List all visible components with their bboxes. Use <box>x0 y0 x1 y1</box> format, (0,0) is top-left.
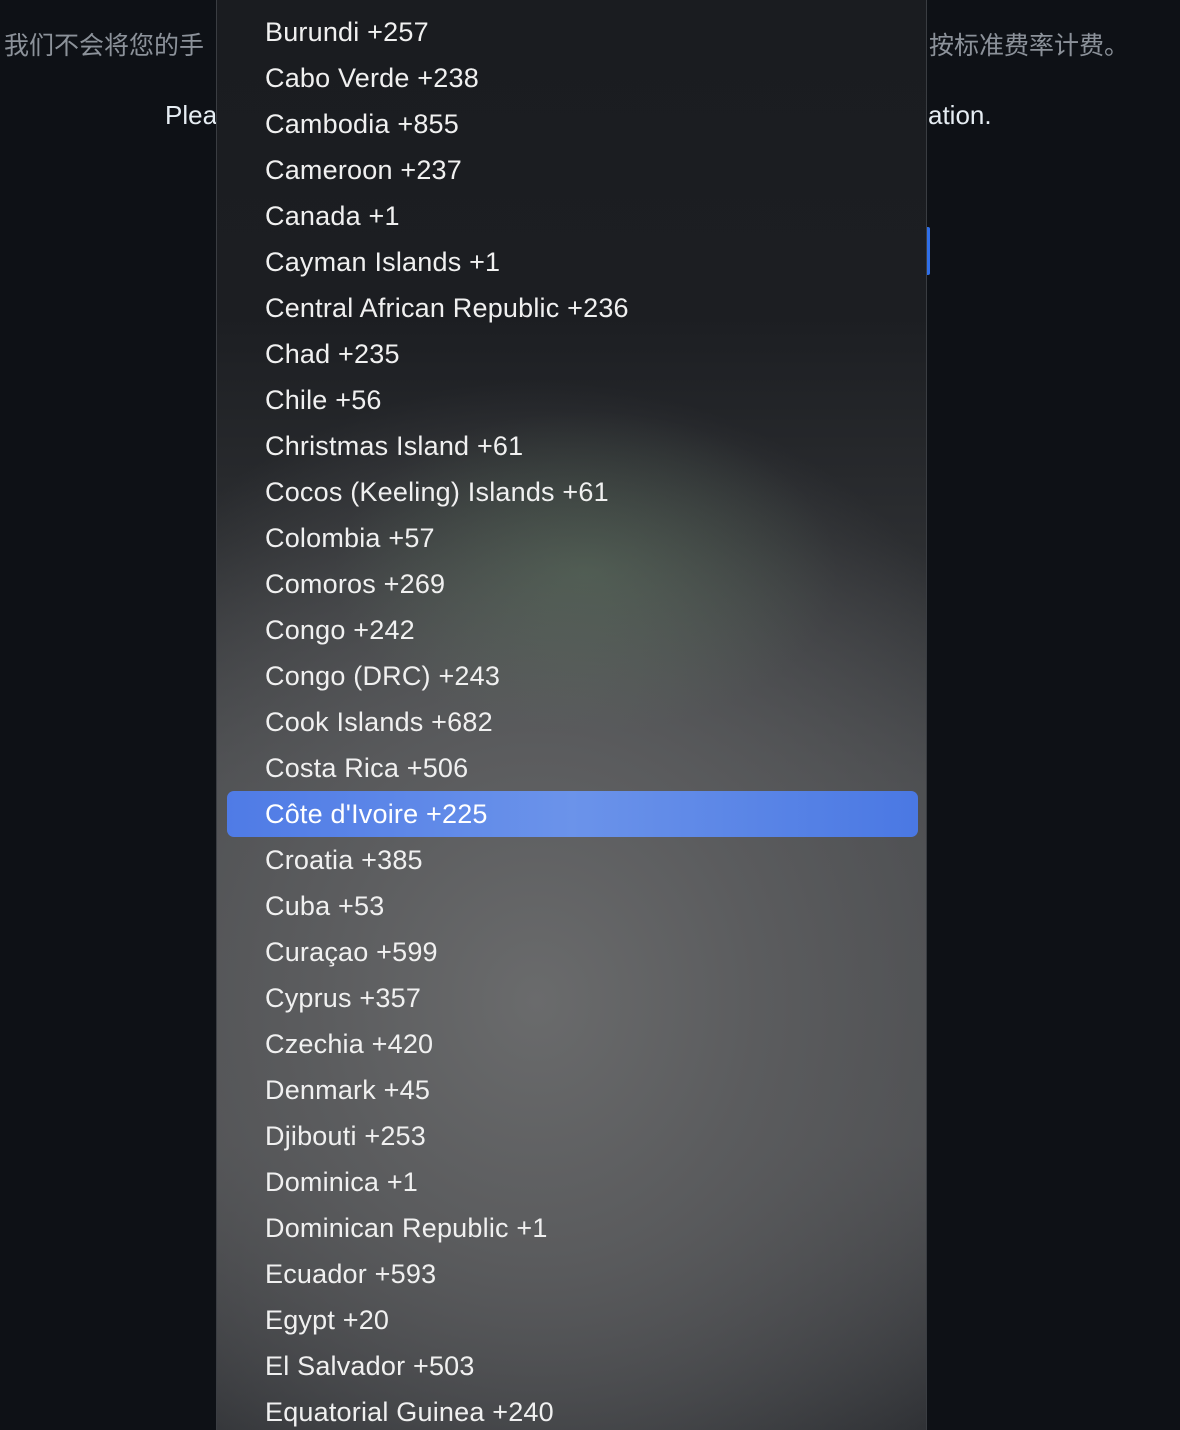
instruction-text-end: ation. <box>928 100 992 130</box>
country-option[interactable]: Cayman Islands +1 <box>227 239 918 285</box>
phone-input-focus-edge <box>927 227 930 275</box>
country-option[interactable]: Congo (DRC) +243 <box>227 653 918 699</box>
sms-notice-text: 我们不会将您的手 <box>4 31 205 60</box>
country-option[interactable]: Dominican Republic +1 <box>227 1205 918 1251</box>
country-option[interactable]: Cook Islands +682 <box>227 699 918 745</box>
country-option[interactable]: Burundi +257 <box>227 9 918 55</box>
country-option[interactable]: Equatorial Guinea +240 <box>227 1389 918 1430</box>
country-option[interactable]: Cuba +53 <box>227 883 918 929</box>
sms-notice-text-end: 按标准费率计费。 <box>929 31 1130 60</box>
country-option[interactable]: Colombia +57 <box>227 515 918 561</box>
country-option[interactable]: El Salvador +503 <box>227 1343 918 1389</box>
country-option[interactable]: Congo +242 <box>227 607 918 653</box>
country-option[interactable]: Curaçao +599 <box>227 929 918 975</box>
country-option[interactable]: Denmark +45 <box>227 1067 918 1113</box>
country-option[interactable]: Egypt +20 <box>227 1297 918 1343</box>
country-option[interactable]: Cabo Verde +238 <box>227 55 918 101</box>
country-code-dropdown[interactable]: Burundi +257 Cabo Verde +238 Cambodia +855… <box>216 0 927 1430</box>
country-option[interactable]: Dominica +1 <box>227 1159 918 1205</box>
country-option[interactable]: Canada +1 <box>227 193 918 239</box>
country-option[interactable]: Djibouti +253 <box>227 1113 918 1159</box>
country-option-selected[interactable]: Côte d'Ivoire +225 <box>227 791 918 837</box>
page: 我们不会将您的手 按标准费率计费。 Plea ation. Burundi +2… <box>0 0 1180 1430</box>
country-option[interactable]: Czechia +420 <box>227 1021 918 1067</box>
country-option[interactable]: Central African Republic +236 <box>227 285 918 331</box>
country-option[interactable]: Christmas Island +61 <box>227 423 918 469</box>
country-option[interactable]: Cyprus +357 <box>227 975 918 1021</box>
country-option[interactable]: Croatia +385 <box>227 837 918 883</box>
country-option[interactable]: Cambodia +855 <box>227 101 918 147</box>
country-option[interactable]: Chile +56 <box>227 377 918 423</box>
country-code-list[interactable]: Burundi +257 Cabo Verde +238 Cambodia +855… <box>227 9 918 1430</box>
country-option[interactable]: Cocos (Keeling) Islands +61 <box>227 469 918 515</box>
country-option[interactable]: Costa Rica +506 <box>227 745 918 791</box>
country-option[interactable]: Chad +235 <box>227 331 918 377</box>
country-option[interactable]: Cameroon +237 <box>227 147 918 193</box>
country-option[interactable]: Comoros +269 <box>227 561 918 607</box>
instruction-text: Plea <box>165 100 218 130</box>
country-option[interactable]: Ecuador +593 <box>227 1251 918 1297</box>
